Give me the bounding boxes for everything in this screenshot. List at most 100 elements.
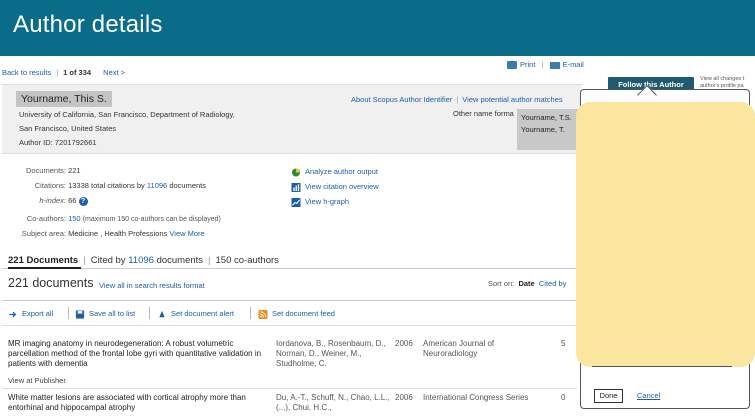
tab-coauthors[interactable]: 150 co-authors xyxy=(216,255,279,266)
rss-feed-icon xyxy=(258,309,268,319)
list-divider xyxy=(2,325,577,326)
metric-value: 221 xyxy=(68,166,81,175)
done-button[interactable]: Done xyxy=(594,389,623,403)
divider: | xyxy=(208,255,211,266)
divider xyxy=(68,307,69,319)
sort-date-option[interactable]: Date xyxy=(518,279,534,288)
divider: | xyxy=(56,68,59,77)
next-result-link[interactable]: Next > xyxy=(103,68,125,77)
toolbar-divider xyxy=(2,300,577,301)
view-at-publisher-link[interactable]: View at Publisher xyxy=(8,376,66,385)
view-citation-overview[interactable]: View citation overview xyxy=(291,182,379,192)
bar-chart-icon xyxy=(291,182,301,192)
follow-note: View all changes t author's profile pa xyxy=(700,76,745,89)
tab-label: documents xyxy=(156,255,204,266)
author-name: Yourname, This S. xyxy=(16,91,112,107)
coauthors-link[interactable]: 150 xyxy=(68,214,81,223)
document-title-link[interactable]: White matter lesions are associated with… xyxy=(8,393,270,413)
divider xyxy=(149,307,150,319)
set-document-alert-button[interactable]: Set document alert xyxy=(157,309,234,319)
document-alert-label: Set document alert xyxy=(171,309,234,318)
metric-citations: Citations: 13338 total citations by 1109… xyxy=(0,181,206,190)
sort-options: Sort on: Date Cited by xyxy=(488,279,566,288)
citing-documents-link[interactable]: 11096 xyxy=(147,181,167,190)
divider: | xyxy=(456,95,459,104)
author-identifier-links: About Scopus Author Identifier | View pote… xyxy=(351,95,563,104)
printer-icon xyxy=(507,61,517,70)
tab-label: Cited by xyxy=(90,255,126,266)
metric-documents: Documents: 221 xyxy=(0,166,81,175)
document-cited-count: 5 xyxy=(561,339,566,348)
document-source: International Congress Series xyxy=(423,393,529,402)
result-navigation: Back to results | 1 of 334 Next > xyxy=(2,68,125,77)
tab-cited-by[interactable]: Cited by 11096 documents xyxy=(91,255,203,266)
document-title-link[interactable]: MR imaging anatomy in neurodegeneration:… xyxy=(8,339,270,369)
document-year: 2006 xyxy=(395,339,413,348)
document-count: 221 documents xyxy=(8,276,94,290)
metric-label: Co-authors: xyxy=(26,214,66,223)
back-to-results-link[interactable]: Back to results xyxy=(2,68,51,77)
alert-bell-icon xyxy=(159,310,165,317)
name-variant: Yourname, T. xyxy=(521,125,565,134)
sort-label: Sort on: xyxy=(488,279,515,288)
document-authors: Du, A.-T., Schuff, N., Chao, L.L., (...)… xyxy=(276,393,390,412)
save-all-label: Save all to list xyxy=(89,309,136,318)
author-id: Author ID: 7201792661 xyxy=(19,138,97,147)
email-link[interactable]: E-mail xyxy=(563,60,584,69)
divider: | xyxy=(83,255,86,266)
metric-value-suffix: documents xyxy=(169,181,206,190)
page-title: Author details xyxy=(13,11,163,38)
active-tab-indicator xyxy=(8,267,81,269)
metric-label: Subject area: xyxy=(21,229,66,238)
save-all-to-list-button[interactable]: Save all to list xyxy=(75,309,135,319)
metric-label: Citations: xyxy=(34,181,66,190)
save-disk-icon xyxy=(75,309,85,319)
cited-by-link[interactable]: 11096 xyxy=(128,255,154,266)
export-icon xyxy=(9,311,17,317)
citation-overview-link[interactable]: View citation overview xyxy=(305,182,379,191)
other-name-label: Other name forma xyxy=(453,109,514,118)
cancel-link[interactable]: Cancel xyxy=(637,391,660,400)
sticky-note-overlay xyxy=(576,102,755,367)
analyze-author-output[interactable]: Analyze author output xyxy=(291,167,378,177)
analyze-output-link[interactable]: Analyze author output xyxy=(305,167,378,176)
export-all-label: Export all xyxy=(22,309,54,318)
document-tabs: 221 Documents | Cited by 11096 documents | 1… xyxy=(8,255,279,266)
document-cited-count: 0 xyxy=(561,393,566,402)
export-all-button[interactable]: Export all xyxy=(8,309,53,319)
document-feed-label: Set document feed xyxy=(272,309,335,318)
email-icon xyxy=(549,61,560,69)
document-authors: Iordanova, B., Rosenbaum, D., Norman, D.… xyxy=(276,339,386,368)
divider xyxy=(96,68,98,77)
divider: | xyxy=(541,60,544,69)
metric-value: 13338 total citations by xyxy=(68,181,145,190)
tab-documents[interactable]: 221 Documents xyxy=(8,255,78,266)
metric-subject-area: Subject area: Medicine , Health Professi… xyxy=(0,229,205,238)
h-graph-link[interactable]: View h-graph xyxy=(305,197,349,206)
metric-value: 66 xyxy=(68,196,77,205)
document-year: 2006 xyxy=(395,393,413,402)
name-variants-box: Yourname, T.S. Yourname, T. xyxy=(517,109,583,150)
metric-h-index: h-index: 66 ? xyxy=(0,196,88,206)
view-all-results-link[interactable]: View all in search results format xyxy=(99,281,205,290)
set-document-feed-button[interactable]: Set document feed xyxy=(258,309,335,319)
tab-divider xyxy=(2,268,577,269)
result-position: 1 of 334 xyxy=(63,68,92,77)
print-email-links: Print | E-mail xyxy=(507,60,584,70)
pie-chart-icon xyxy=(291,167,301,177)
about-author-identifier-link[interactable]: About Scopus Author Identifier xyxy=(351,95,452,104)
print-link[interactable]: Print xyxy=(520,60,535,69)
help-icon[interactable]: ? xyxy=(78,196,88,206)
author-affiliation: University of California, San Francisco,… xyxy=(19,110,235,133)
divider xyxy=(250,307,251,319)
potential-matches-link[interactable]: View potential author matches xyxy=(462,95,562,104)
metric-label: Documents: xyxy=(25,166,66,175)
view-h-graph[interactable]: View h-graph xyxy=(291,197,349,207)
document-source: American Journal of Neuroradiology xyxy=(423,339,495,358)
metric-label: h-index: xyxy=(39,196,66,205)
name-variant: Yourname, T.S. xyxy=(521,113,572,122)
metric-value: Medicine , Health Professions xyxy=(68,229,168,238)
page-header: Author details xyxy=(0,0,755,56)
view-more-link[interactable]: View More xyxy=(169,229,204,238)
sort-cited-by-option[interactable]: Cited by xyxy=(539,279,567,288)
